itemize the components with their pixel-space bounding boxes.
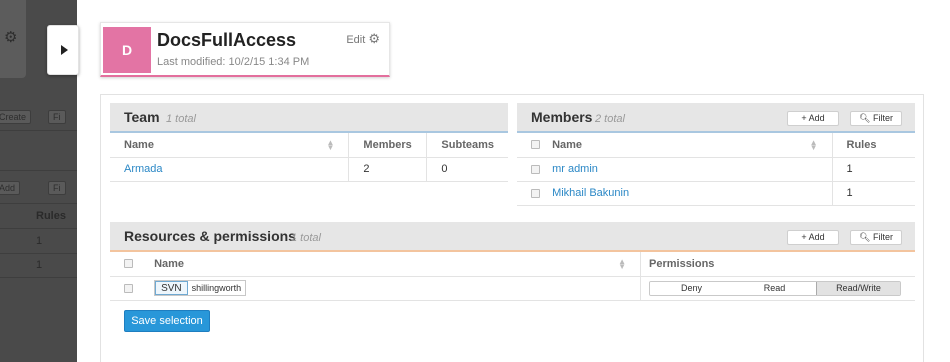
team-members-column-header: Members — [348, 133, 428, 158]
resources-filter-label: Filter — [872, 232, 893, 242]
members-filter-button[interactable]: 🔍︎ Filter — [850, 111, 902, 126]
row-checkbox[interactable] — [531, 188, 540, 198]
resources-name-column-label: Name — [154, 257, 185, 270]
select-all-checkbox[interactable] — [124, 259, 133, 269]
members-rules-column-header: Rules — [832, 133, 915, 158]
members-name-column-header[interactable]: Name ▲ ▼ — [517, 133, 833, 158]
group-title: DocsFullAccess — [157, 30, 297, 50]
team-section-title: Team — [124, 109, 160, 125]
background-divider — [0, 130, 80, 131]
table-row: mr admin 1 — [517, 157, 915, 182]
members-section-header: Members 2 total + Add 🔍︎ Filter — [517, 103, 915, 133]
background-gear-icon: ⚙ — [4, 29, 18, 46]
member-rules-value: 1 — [832, 157, 915, 182]
table-row: Mikhail Bakunin 1 — [517, 181, 915, 206]
member-rules-value: 1 — [832, 181, 915, 206]
team-subteams-value: 0 — [426, 157, 508, 182]
resources-permissions-column-header: Permissions — [640, 252, 915, 277]
sort-icon: ▲ ▼ — [809, 138, 818, 152]
background-filter-button: Fi — [48, 181, 66, 195]
resource-tag: SVN shillingworth — [154, 280, 247, 296]
resources-add-button[interactable]: + Add — [787, 230, 839, 245]
members-section: Members 2 total + Add 🔍︎ Filter Name ▲ ▼ … — [517, 103, 915, 206]
background-add-button: Add — [0, 181, 21, 195]
resources-count: 1 total — [291, 232, 321, 244]
row-checkbox[interactable] — [531, 164, 540, 174]
table-row: Armada 2 0 — [110, 157, 508, 182]
resources-filter-button[interactable]: 🔍︎ Filter — [850, 230, 902, 245]
resources-name-column-header[interactable]: Name ▲ ▼ — [110, 252, 641, 277]
resources-section-header: Resources & permissions 1 total + Add 🔍︎… — [110, 222, 915, 252]
background-rules-value: 1 — [36, 259, 43, 271]
members-add-button[interactable]: + Add — [787, 111, 839, 126]
sort-icon: ▲ ▼ — [326, 138, 335, 152]
background-divider — [0, 203, 80, 204]
team-subteams-column-header: Subteams — [426, 133, 508, 158]
collapse-panel-button[interactable] — [47, 25, 79, 75]
background-divider — [0, 277, 80, 278]
members-count: 2 total — [595, 113, 625, 125]
background-create-button: Create — [0, 110, 32, 124]
background-rules-header: Rules — [36, 210, 66, 222]
resources-footer: Save selection — [110, 301, 915, 341]
resources-section: Resources & permissions 1 total + Add 🔍︎… — [110, 222, 915, 341]
last-modified-text: Last modified: 10/2/15 1:34 PM — [157, 56, 310, 68]
members-section-title: Members — [531, 109, 593, 125]
team-name-column-label: Name — [124, 138, 154, 151]
resources-section-title: Resources & permissions — [124, 228, 296, 244]
gear-icon: ⚙ — [368, 31, 380, 46]
play-arrow-icon — [61, 45, 68, 55]
detail-panel: D DocsFullAccess Last modified: 10/2/15 … — [77, 0, 950, 362]
members-filter-label: Filter — [872, 113, 893, 123]
save-selection-button[interactable]: Save selection — [124, 309, 210, 332]
edit-label: Edit — [346, 34, 366, 46]
select-all-checkbox[interactable] — [531, 140, 540, 150]
member-link-mikhail-bakunin[interactable]: Mikhail Bakunin — [552, 187, 629, 199]
search-icon: 🔍︎ — [859, 232, 871, 242]
search-icon: 🔍︎ — [859, 113, 871, 123]
background-rules-value: 1 — [36, 235, 43, 247]
background-divider — [0, 170, 80, 171]
table-row: SVN shillingworth Deny Read Read/Write — [110, 276, 915, 301]
group-header-card: D DocsFullAccess Last modified: 10/2/15 … — [100, 22, 390, 77]
team-link-armada[interactable]: Armada — [124, 163, 163, 175]
team-members-value: 2 — [348, 157, 428, 182]
resource-name: shillingworth — [191, 283, 242, 293]
resources-table: Name ▲ ▼ Permissions SVN shillingworth D… — [110, 252, 915, 301]
team-count: 1 total — [166, 113, 196, 125]
team-name-column-header[interactable]: Name ▲ ▼ — [110, 133, 350, 158]
background-divider — [0, 228, 80, 229]
group-content: Team 1 total Name ▲ ▼ Members Subteams Ar… — [100, 94, 924, 362]
members-name-column-label: Name — [552, 138, 583, 151]
sort-icon: ▲ ▼ — [618, 257, 626, 271]
edit-button[interactable]: Edit ⚙ — [346, 31, 380, 47]
team-section: Team 1 total Name ▲ ▼ Members Subteams Ar… — [110, 103, 508, 182]
row-checkbox[interactable] — [124, 283, 133, 293]
background-divider — [0, 253, 80, 254]
members-table: Name ▲ ▼ Rules mr admin 1 Mikhail Bakuni… — [517, 133, 915, 206]
member-link-mr-admin[interactable]: mr admin — [552, 163, 598, 175]
permission-option-deny[interactable]: Deny — [650, 281, 733, 295]
team-table: Name ▲ ▼ Members Subteams Armada 2 0 — [110, 133, 508, 182]
permission-option-read[interactable]: Read — [733, 281, 816, 295]
permission-selector[interactable]: Deny Read Read/Write — [649, 280, 901, 296]
team-section-header: Team 1 total — [110, 103, 508, 133]
permission-option-read-write[interactable]: Read/Write — [816, 281, 900, 295]
resource-type-badge: SVN — [155, 281, 188, 295]
background-filter-button: Fi — [48, 110, 66, 124]
group-avatar: D — [103, 27, 151, 73]
